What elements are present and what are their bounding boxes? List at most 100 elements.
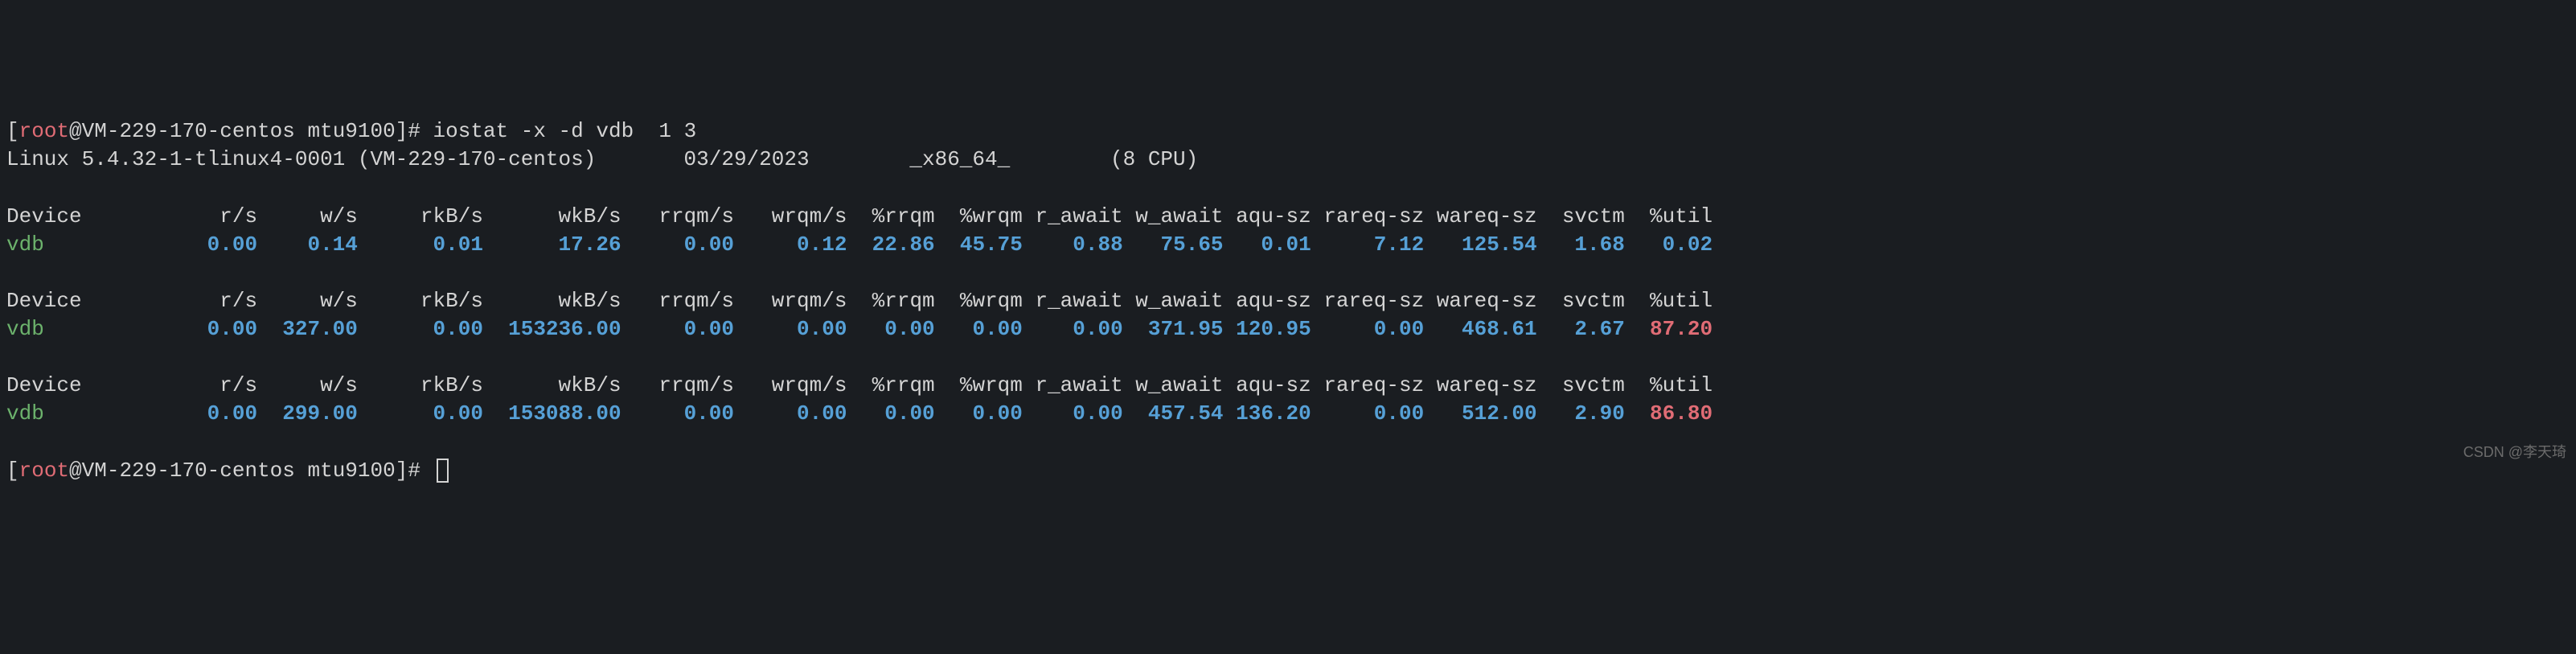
val-svctm: 1.68 [1537, 232, 1625, 257]
val-rs: 0.00 [170, 401, 257, 426]
bracket-close: ]# [396, 119, 433, 143]
col-pwrqm: %wrqm [935, 204, 1023, 228]
iostat-header-row: Device r/s w/s rkB/s wkB/s rrqm/s wrqm/s… [6, 287, 2570, 315]
col-wkbs: wkB/s [483, 204, 621, 228]
col-ws: w/s [257, 289, 358, 313]
val-aqusz: 120.95 [1224, 317, 1311, 341]
val-putil: 86.80 [1625, 401, 1713, 426]
col-aqusz: aqu-sz [1224, 373, 1311, 397]
prompt-line-1: [root@VM-229-170-centos mtu9100]# iostat… [6, 117, 2570, 146]
iostat-header-row: Device r/s w/s rkB/s wkB/s rrqm/s wrqm/s… [6, 203, 2570, 231]
col-prrqm: %rrqm [847, 204, 934, 228]
col-ws: w/s [257, 204, 358, 228]
val-rrqms: 0.00 [621, 401, 734, 426]
val-pwrqm: 45.75 [935, 232, 1023, 257]
col-pwrqm: %wrqm [935, 289, 1023, 313]
col-rs: r/s [170, 204, 257, 228]
col-ws: w/s [257, 373, 358, 397]
col-device: Device [6, 204, 170, 228]
prompt-user: root [19, 459, 69, 483]
col-putil: %util [1625, 204, 1713, 228]
prompt-host: VM-229-170-centos [82, 459, 295, 483]
val-wawait: 371.95 [1123, 317, 1224, 341]
val-rareqsz: 7.12 [1311, 232, 1424, 257]
terminal-output[interactable]: [root@VM-229-170-centos mtu9100]# iostat… [6, 117, 2570, 484]
val-wawait: 457.54 [1123, 401, 1224, 426]
watermark-text: CSDN @李天琦 [2463, 442, 2566, 462]
val-rawait: 0.00 [1023, 317, 1123, 341]
val-wareqsz: 125.54 [1424, 232, 1536, 257]
val-rkbs: 0.00 [358, 401, 483, 426]
prompt-host: VM-229-170-centos [82, 119, 295, 143]
col-putil: %util [1625, 289, 1713, 313]
prompt-line-2: [root@VM-229-170-centos mtu9100]# [6, 457, 2570, 485]
col-rrqms: rrqm/s [621, 373, 734, 397]
col-rrqms: rrqm/s [621, 204, 734, 228]
col-device: Device [6, 289, 170, 313]
col-wawait: w_await [1123, 373, 1224, 397]
val-putil: 87.20 [1625, 317, 1713, 341]
val-wawait: 75.65 [1123, 232, 1224, 257]
col-aqusz: aqu-sz [1224, 289, 1311, 313]
col-wareqsz: wareq-sz [1424, 373, 1536, 397]
col-rkbs: rkB/s [358, 204, 483, 228]
val-aqusz: 136.20 [1224, 401, 1311, 426]
device-name: vdb [6, 317, 170, 341]
val-ws: 299.00 [257, 401, 358, 426]
col-prrqm: %rrqm [847, 289, 934, 313]
prompt-dir: mtu9100 [295, 459, 396, 483]
blank-line [6, 428, 2570, 456]
iostat-header-row: Device r/s w/s rkB/s wkB/s rrqm/s wrqm/s… [6, 372, 2570, 400]
bracket-open: [ [6, 459, 19, 483]
val-ws: 327.00 [257, 317, 358, 341]
iostat-data-row: vdb 0.00 327.00 0.00 153236.00 0.00 0.00… [6, 315, 2570, 343]
val-rawait: 0.00 [1023, 401, 1123, 426]
col-wrqms: wrqm/s [734, 289, 847, 313]
bracket-open: [ [6, 119, 19, 143]
val-wrqms: 0.00 [734, 317, 847, 341]
prompt-dir: mtu9100 [295, 119, 396, 143]
val-rs: 0.00 [170, 317, 257, 341]
val-prrqm: 0.00 [847, 401, 934, 426]
prompt-at: @ [69, 119, 82, 143]
val-ws: 0.14 [257, 232, 358, 257]
col-rareqsz: rareq-sz [1311, 373, 1424, 397]
val-prrqm: 22.86 [847, 232, 934, 257]
col-rkbs: rkB/s [358, 373, 483, 397]
val-wkbs: 17.26 [483, 232, 621, 257]
col-rs: r/s [170, 373, 257, 397]
col-aqusz: aqu-sz [1224, 204, 1311, 228]
val-wrqms: 0.00 [734, 401, 847, 426]
val-rkbs: 0.00 [358, 317, 483, 341]
col-device: Device [6, 373, 170, 397]
prompt-user: root [19, 119, 69, 143]
col-rawait: r_await [1023, 289, 1123, 313]
command-text: iostat -x -d vdb 1 3 [433, 119, 697, 143]
col-wkbs: wkB/s [483, 289, 621, 313]
col-wawait: w_await [1123, 204, 1224, 228]
col-wkbs: wkB/s [483, 373, 621, 397]
val-rareqsz: 0.00 [1311, 317, 1424, 341]
val-rrqms: 0.00 [621, 317, 734, 341]
col-putil: %util [1625, 373, 1713, 397]
iostat-data-row: vdb 0.00 299.00 0.00 153088.00 0.00 0.00… [6, 400, 2570, 428]
col-svctm: svctm [1537, 204, 1625, 228]
col-prrqm: %rrqm [847, 373, 934, 397]
col-rawait: r_await [1023, 204, 1123, 228]
col-wawait: w_await [1123, 289, 1224, 313]
col-rrqms: rrqm/s [621, 289, 734, 313]
iostat-data-row: vdb 0.00 0.14 0.01 17.26 0.00 0.12 22.86… [6, 231, 2570, 259]
val-prrqm: 0.00 [847, 317, 934, 341]
val-wrqms: 0.12 [734, 232, 847, 257]
device-name: vdb [6, 401, 170, 426]
col-pwrqm: %wrqm [935, 373, 1023, 397]
blank-line [6, 343, 2570, 372]
col-rkbs: rkB/s [358, 289, 483, 313]
bracket-close: ]# [396, 459, 433, 483]
val-pwrqm: 0.00 [935, 401, 1023, 426]
val-svctm: 2.90 [1537, 401, 1625, 426]
col-rareqsz: rareq-sz [1311, 204, 1424, 228]
col-wrqms: wrqm/s [734, 373, 847, 397]
val-svctm: 2.67 [1537, 317, 1625, 341]
terminal-cursor[interactable] [437, 459, 449, 483]
